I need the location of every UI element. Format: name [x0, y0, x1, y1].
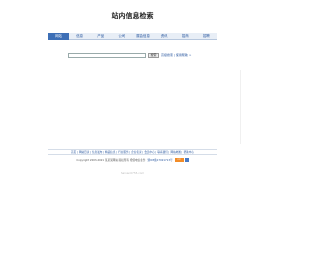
divider: [240, 70, 241, 144]
footer-link[interactable]: 网站地图: [170, 151, 180, 154]
separator: |: [142, 151, 143, 154]
search-input[interactable]: [68, 52, 146, 58]
tab-products[interactable]: 产品: [90, 33, 111, 40]
separator: |: [129, 151, 130, 154]
advanced-search-link[interactable]: 高级搜索 | 使用帮助 >: [161, 53, 191, 57]
search-bar: 搜索 高级搜索 | 使用帮助 >: [68, 52, 191, 58]
copyright-row: Copyright 2003-2021 某某某网站 版权所有 增值电信业务 浙I…: [0, 157, 265, 163]
tab-info[interactable]: 信息: [69, 33, 90, 40]
separator: |: [115, 151, 117, 154]
icp-link[interactable]: 浙ICP备17021713号: [147, 158, 172, 162]
icp-badge-icon[interactable]: ICP: [174, 158, 184, 162]
tab-news[interactable]: 资讯: [154, 33, 175, 40]
tab-investment[interactable]: 招商: [175, 33, 196, 40]
page-title: 站内信息检索: [111, 12, 154, 20]
footer-link[interactable]: 首页: [71, 151, 76, 154]
tab-exhibitions[interactable]: 展会信息: [133, 33, 154, 40]
footer-link[interactable]: 精品信息: [105, 151, 115, 154]
copyright-text: Copyright 2003-2021 某某某网站 版权所有 增值电信业务: [76, 159, 146, 162]
separator: |: [76, 151, 78, 154]
category-tabs: 网站 信息 产品 公司 展会信息 资讯 招商 招聘: [48, 32, 217, 40]
footer-link[interactable]: 行业服务: [118, 151, 128, 154]
search-button[interactable]: 搜索: [148, 52, 159, 58]
separator: |: [155, 151, 157, 154]
tab-jobs[interactable]: 招聘: [196, 33, 217, 40]
separator: |: [89, 151, 91, 154]
watermark: hainan0755.com: [120, 171, 145, 175]
footer-link[interactable]: 联系我们: [157, 151, 167, 154]
tab-website[interactable]: 网站: [48, 32, 70, 40]
security-badge-icon[interactable]: [184, 158, 189, 162]
footer-link[interactable]: 企业名录: [131, 151, 141, 154]
footer-links: 首页| 网站目录| 信息发布| 精品信息| 行业服务| 企业名录| 会员中心| …: [48, 149, 217, 155]
footer-link[interactable]: 会员中心: [144, 151, 154, 154]
footer-link[interactable]: 帮助中心: [184, 151, 194, 154]
footer-link[interactable]: 网站目录: [79, 151, 89, 154]
separator: |: [102, 151, 104, 154]
tab-companies[interactable]: 公司: [111, 33, 132, 40]
separator: |: [181, 151, 183, 154]
footer-link[interactable]: 信息发布: [92, 151, 102, 154]
